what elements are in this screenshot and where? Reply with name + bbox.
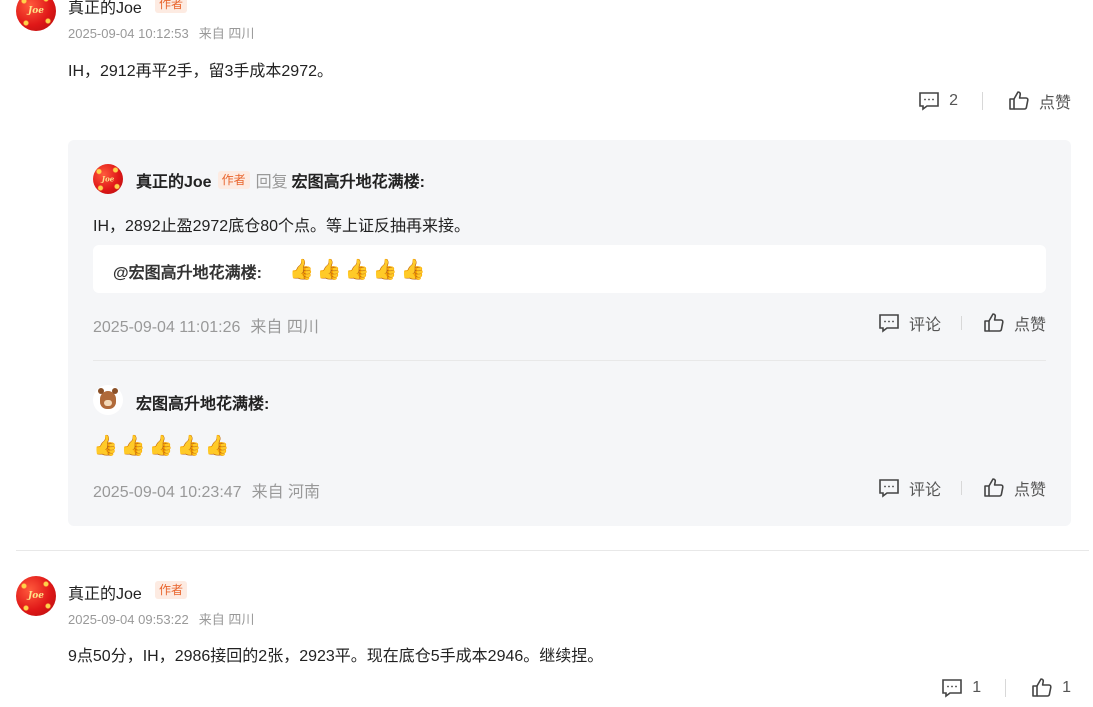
comment-time: 2025-09-04 09:53:22 [68,612,189,627]
reply-like-label: 点赞 [1013,317,1046,334]
comment-meta: 2025-09-04 09:53:22 来自 四川 [68,609,254,628]
thumbs-up-icon [984,478,1004,497]
comment-content: 9点50分，IH，2986接回的2张，2923平。现在底仓5手成本2946。继续… [68,648,604,665]
reply-thread: Joe 真正的Joe 作者 回复 宏图高升地花满楼: IH，2892止盈2972… [68,140,1071,526]
comment-bubble-icon [879,479,899,498]
reply-author-avatar[interactable] [93,385,123,415]
action-divider [1005,679,1007,697]
comment-bubble-icon [942,679,962,698]
thumbs-up-emoji: 👍 [372,257,398,281]
reply-like-button[interactable]: 点赞 [982,311,1046,335]
comment-location: 来自 四川 [198,612,255,627]
thumbs-up-icon [1009,91,1029,110]
thumbs-up-emoji: 👍 [289,257,314,281]
quoted-reply: @宏图高升地花满楼: 👍 👍 👍 👍 👍 [93,245,1046,293]
comment-actions: 1 1 [940,676,1071,700]
thumbs-up-icon [1032,678,1052,697]
reply-author-name[interactable]: 真正的Joe [136,168,212,192]
comment-divider [16,550,1089,551]
reply-comment-button[interactable]: 评论 [877,311,941,335]
thumbs-up-emoji: 👍 [148,433,174,457]
author-avatar[interactable]: Joe [16,576,56,616]
reply-word: 回复 [255,174,288,191]
action-divider [960,316,962,330]
comment-actions: 2 点赞 [917,89,1071,113]
comment-content: IH，2912再平2手，留3手成本2972。 [68,63,333,80]
thumbs-up-icon [984,313,1004,332]
comment-time: 2025-09-04 10:12:53 [68,26,189,41]
reply-actions: 评论 点赞 [877,311,1046,335]
reply-header: 真正的Joe 作者 回复 宏图高升地花满楼: [136,168,425,192]
comment-item: Joe 真正的Joe 作者 2025-09-04 09:53:22 来自 四川 9… [0,560,1093,707]
comment-count: 1 [972,679,982,696]
comment-bubble-icon [919,92,939,111]
reply-comment-button[interactable]: 评论 [877,476,941,500]
thumbs-up-emoji: 👍 [93,433,118,457]
reply-to-name[interactable]: 宏图高升地花满楼: [292,168,425,192]
reply-author-name[interactable]: 宏图高升地花满楼: [136,390,269,414]
reply-comment-label: 评论 [908,317,941,334]
thumbs-up-emoji: 👍 [344,257,370,281]
action-divider [960,481,962,495]
comment-button[interactable]: 1 [940,676,981,700]
reply-meta: 2025-09-04 10:23:47 来自 河南 [93,478,320,502]
author-badge: 作者 [155,581,188,599]
reply-comment-label: 评论 [908,482,941,499]
comment-location: 来自 四川 [198,26,255,41]
reply-time: 2025-09-04 10:23:47 [93,484,242,501]
author-badge: 作者 [155,0,188,13]
reply-emojis: 👍 👍 👍 👍 👍 [93,434,230,456]
reply-meta: 2025-09-04 11:01:26 来自 四川 [93,313,319,337]
like-button[interactable]: 点赞 [1007,89,1071,113]
author-name[interactable]: 真正的Joe [68,0,142,18]
author-avatar[interactable]: Joe [16,0,56,31]
quote-emojis: 👍 👍 👍 👍 👍 [289,258,426,280]
reply-location: 来自 河南 [251,484,321,501]
reply-divider [93,360,1046,361]
reply-content: IH，2892止盈2972底仓80个点。等上证反抽再来接。 [93,218,470,235]
thumbs-up-emoji: 👍 [316,257,342,281]
reply-like-label: 点赞 [1013,482,1046,499]
comment-button[interactable]: 2 [917,89,958,113]
reply-like-button[interactable]: 点赞 [982,476,1046,500]
thumbs-up-emoji: 👍 [204,433,230,457]
reply-time: 2025-09-04 11:01:26 [93,319,241,336]
like-button[interactable]: 1 [1030,676,1071,700]
comment-meta: 2025-09-04 10:12:53 来自 四川 [68,23,254,42]
like-label: 点赞 [1038,95,1071,112]
thumbs-up-emoji: 👍 [120,433,146,457]
reply-author-avatar[interactable]: Joe [93,164,123,194]
like-count: 1 [1062,679,1071,696]
thumbs-up-emoji: 👍 [176,433,202,457]
author-badge: 作者 [217,171,250,189]
action-divider [981,92,983,110]
author-name[interactable]: 真正的Joe [68,580,142,604]
reply-actions: 评论 点赞 [877,476,1046,500]
quote-author[interactable]: @宏图高升地花满楼: [113,259,262,283]
comment-item: Joe 真正的Joe 作者 2025-09-04 10:12:53 来自 四川 I… [0,0,1093,526]
comment-count: 2 [949,92,958,109]
comment-bubble-icon [879,314,899,333]
thumbs-up-emoji: 👍 [400,257,426,281]
reply-location: 来自 四川 [250,319,319,336]
bear-avatar-icon [98,388,118,409]
